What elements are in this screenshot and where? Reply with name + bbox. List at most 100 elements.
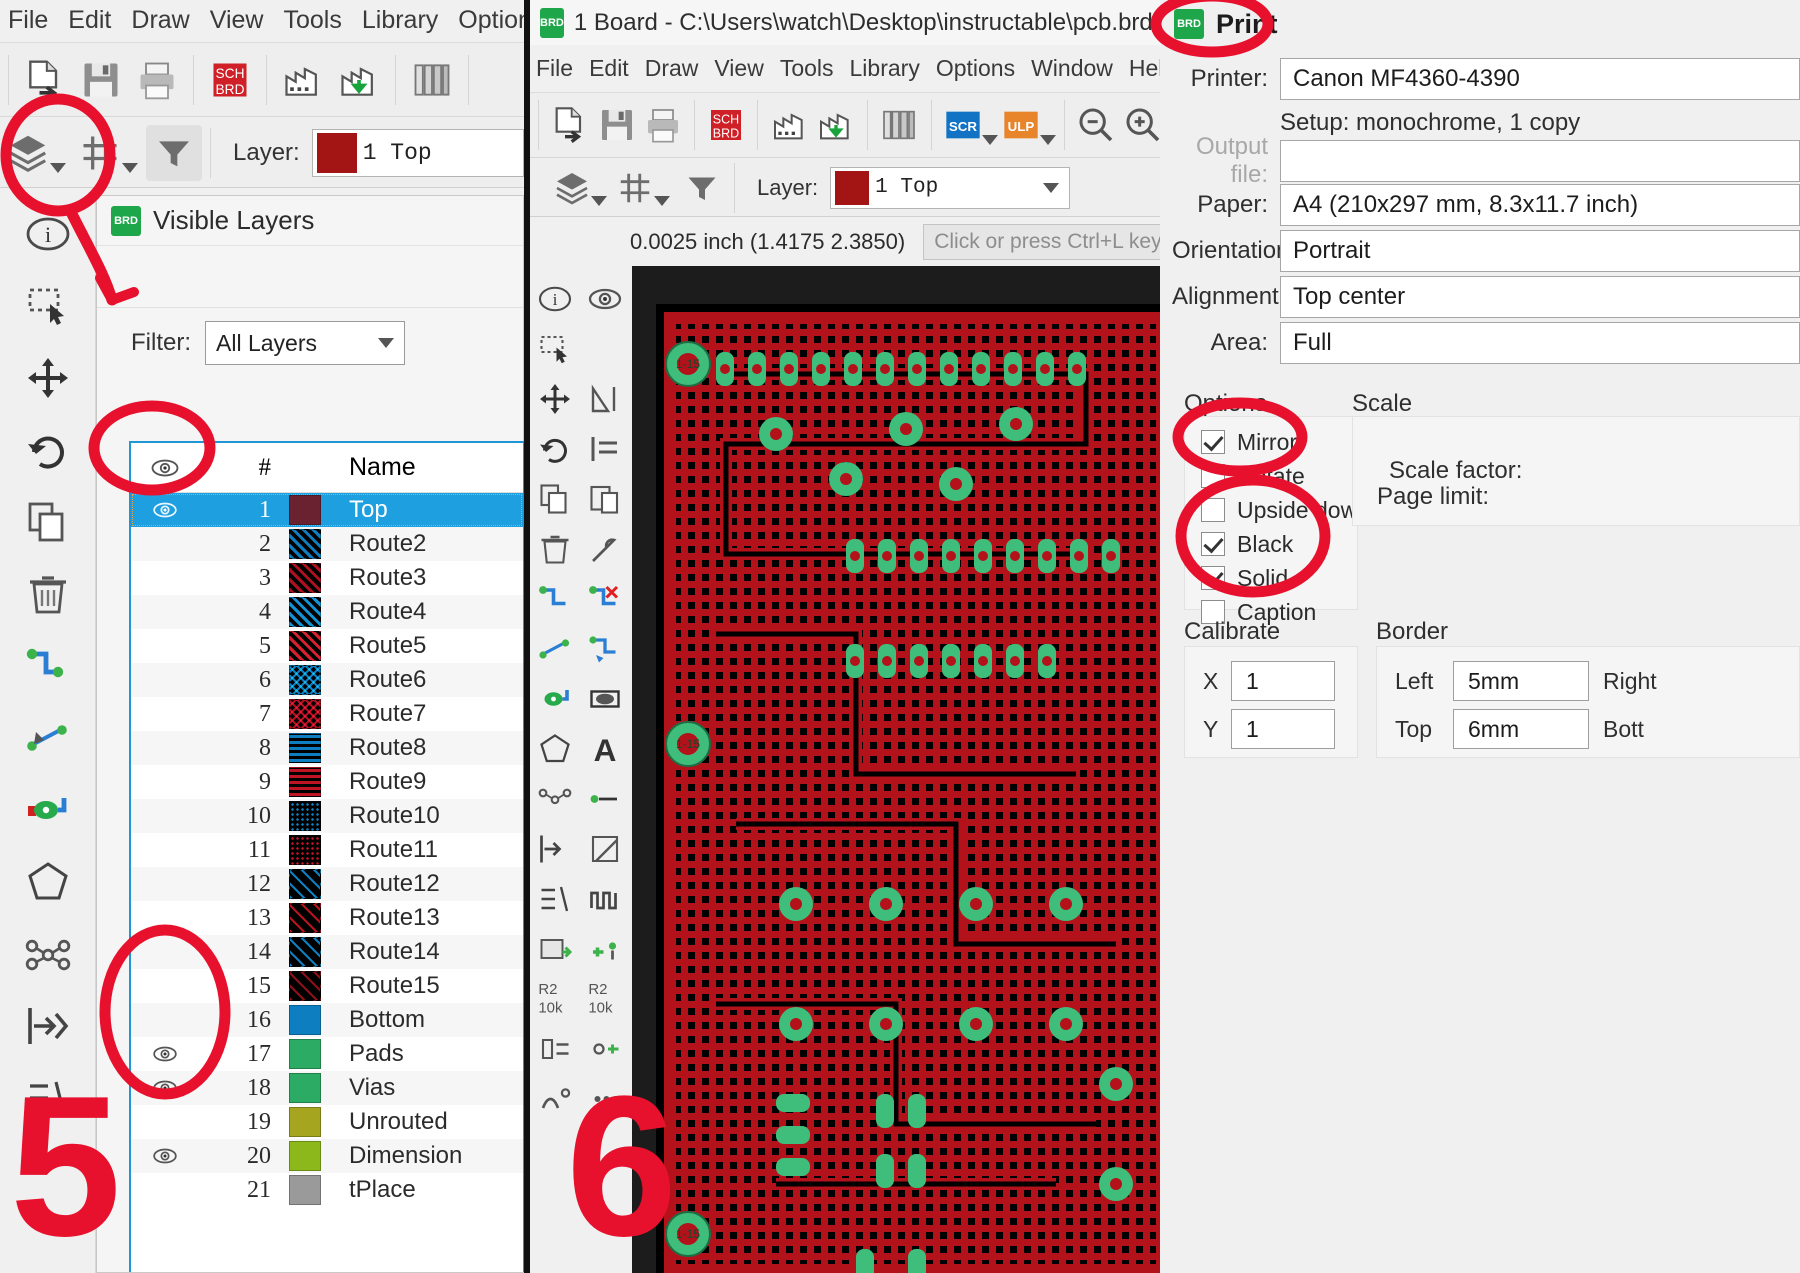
print-icon[interactable] — [640, 101, 686, 149]
layer-row-route2[interactable]: 2 Route2 — [131, 527, 523, 561]
align-icon[interactable] — [530, 874, 580, 924]
calibrate-x-input[interactable]: 1 — [1231, 661, 1335, 701]
wrench-icon[interactable] — [580, 524, 630, 574]
polygon-icon[interactable] — [24, 858, 72, 906]
cam-processor-icon[interactable] — [766, 101, 812, 149]
new-export-icon[interactable] — [547, 101, 593, 149]
group-select-icon[interactable] — [530, 324, 580, 374]
route-icon[interactable] — [24, 642, 72, 690]
menu-item-edit[interactable]: Edit — [589, 55, 629, 82]
layer-row-pads[interactable]: 17 Pads — [131, 1037, 523, 1071]
filter-icon[interactable] — [146, 124, 202, 181]
layer-row-route9[interactable]: 9 Route9 — [131, 765, 523, 799]
delete-icon[interactable] — [530, 524, 580, 574]
layer-row-route7[interactable]: 7 Route7 — [131, 697, 523, 731]
r2-10k-label-b[interactable]: R2 10k — [580, 974, 630, 1024]
menu-item-options[interactable]: Options — [458, 6, 524, 35]
save-icon[interactable] — [593, 101, 639, 149]
library-icon[interactable] — [404, 52, 460, 108]
grid-icon[interactable] — [611, 164, 659, 212]
menu-item-edit[interactable]: Edit — [68, 6, 111, 35]
via-icon[interactable] — [530, 674, 580, 724]
copy-icon[interactable] — [530, 474, 580, 524]
layer-row-vias[interactable]: 18 Vias — [131, 1071, 523, 1105]
r2-10k-label-a[interactable]: R2 10k — [530, 974, 580, 1024]
grid-dropdown-caret[interactable] — [654, 196, 670, 206]
via-icon[interactable] — [24, 786, 72, 834]
menu-item-draw[interactable]: Draw — [645, 55, 699, 82]
menu-item-library[interactable]: Library — [362, 6, 438, 35]
border-top-input[interactable]: 6mm — [1453, 709, 1589, 749]
add-attribute-icon[interactable] — [580, 924, 630, 974]
layer-visibility-toggle[interactable] — [131, 497, 199, 523]
calibrate-y-input[interactable]: 1 — [1231, 709, 1335, 749]
layer-row-tplace[interactable]: 21 tPlace — [131, 1173, 523, 1207]
layer-row-dimension[interactable]: 20 Dimension — [131, 1139, 523, 1173]
option-upside-down[interactable]: Upside down — [1185, 493, 1370, 527]
menu-item-view[interactable]: View — [210, 6, 264, 35]
zoom-out-icon[interactable] — [1073, 101, 1119, 149]
ripup-icon[interactable] — [580, 574, 630, 624]
scr-dropdown-caret[interactable] — [981, 135, 998, 145]
ulp-dropdown-caret[interactable] — [1040, 135, 1057, 145]
cam-download-icon[interactable] — [331, 52, 387, 108]
ratsnest-icon[interactable] — [24, 714, 72, 762]
layer-row-route8[interactable]: 8 Route8 — [131, 731, 523, 765]
menu-item-file[interactable]: File — [536, 55, 573, 82]
polygon-icon[interactable] — [530, 724, 580, 774]
layer-row-route15[interactable]: 15 Route15 — [131, 969, 523, 1003]
filter-icon[interactable] — [678, 164, 726, 212]
miter-icon[interactable] — [580, 824, 630, 874]
layer-select[interactable]: 1 Top — [830, 166, 1071, 209]
layer-row-top[interactable]: 1 Top — [131, 493, 523, 527]
pcb-board-render[interactable]: 1-15 1-15 1-15 — [656, 304, 1160, 1273]
info-icon[interactable]: i — [24, 210, 72, 258]
menu-item-help[interactable]: Help — [1129, 55, 1160, 82]
save-icon[interactable] — [73, 52, 129, 108]
option-rotate[interactable]: Rotate — [1185, 459, 1357, 493]
undo-icon[interactable] — [530, 424, 580, 474]
alignment-select[interactable]: Top center — [1280, 276, 1800, 318]
align-left-icon[interactable] — [580, 424, 630, 474]
checkbox[interactable] — [1201, 566, 1225, 590]
menu-item-library[interactable]: Library — [850, 55, 920, 82]
layer-row-route3[interactable]: 3 Route3 — [131, 561, 523, 595]
attribute-icon[interactable] — [530, 924, 580, 974]
command-input[interactable]: Click or press Ctrl+L key to activate — [923, 224, 1160, 260]
layer-row-route6[interactable]: 6 Route6 — [131, 663, 523, 697]
filter-select[interactable]: All Layers — [205, 321, 405, 365]
menu-item-draw[interactable]: Draw — [131, 6, 189, 35]
layer-row-route5[interactable]: 5 Route5 — [131, 629, 523, 663]
layers-dropdown-caret[interactable] — [50, 163, 66, 173]
meander-icon[interactable] — [580, 874, 630, 924]
layers-icon[interactable] — [548, 164, 596, 212]
menu-item-tools[interactable]: Tools — [780, 55, 834, 82]
area-select[interactable]: Full — [1280, 322, 1800, 364]
checkbox[interactable] — [1201, 498, 1225, 522]
layer-row-route4[interactable]: 4 Route4 — [131, 595, 523, 629]
layer-visibility-toggle[interactable] — [131, 1041, 199, 1067]
layer-visibility-toggle[interactable] — [131, 1143, 199, 1169]
print-icon[interactable] — [129, 52, 185, 108]
layer-visibility-toggle[interactable] — [131, 1075, 199, 1101]
library-icon[interactable] — [876, 101, 922, 149]
paper-select[interactable]: A4 (210x297 mm, 8.3x11.7 inch) — [1280, 184, 1800, 226]
ulp-icon[interactable]: ULP — [998, 101, 1044, 149]
menu-item-view[interactable]: View — [714, 55, 763, 82]
undo-icon[interactable] — [24, 426, 72, 474]
printer-input[interactable]: Canon MF4360-4390 — [1280, 58, 1800, 100]
route-icon[interactable] — [530, 574, 580, 624]
menu-item-tools[interactable]: Tools — [283, 6, 341, 35]
output-file-input[interactable] — [1280, 140, 1800, 182]
menu-item-file[interactable]: File — [8, 6, 48, 35]
cam-download-icon[interactable] — [813, 101, 859, 149]
layer-select[interactable]: 1 Top — [311, 128, 524, 177]
info-icon[interactable]: i — [530, 274, 580, 324]
arrow-gate-icon[interactable] — [24, 1002, 72, 1050]
option-black[interactable]: Black — [1185, 527, 1357, 561]
layers-dropdown-caret[interactable] — [591, 196, 607, 206]
delete-icon[interactable] — [24, 570, 72, 618]
grid-icon[interactable] — [72, 125, 128, 181]
group-select-icon[interactable] — [24, 282, 72, 330]
ratsnest-star-icon[interactable] — [530, 774, 580, 824]
